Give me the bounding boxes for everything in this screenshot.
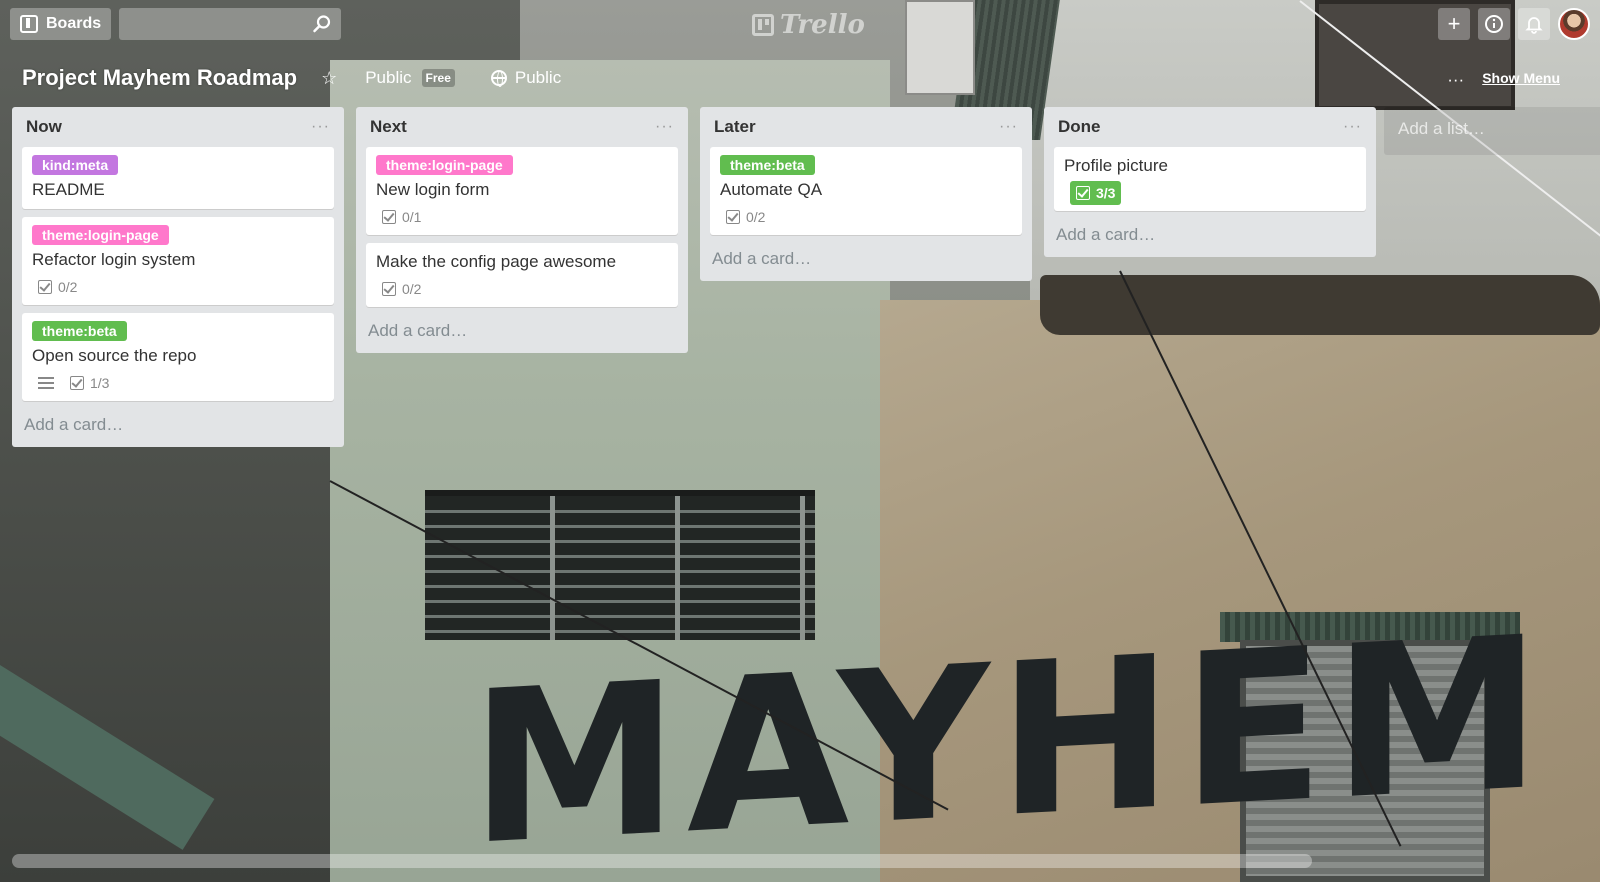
checklist-count: 0/1 xyxy=(402,209,422,225)
card-badges: 0/1 xyxy=(376,207,668,227)
board-lists: Now ··· kind:meta README theme:login-page Ref… xyxy=(12,107,1600,447)
list-title[interactable]: Done xyxy=(1058,117,1101,137)
checklist-icon xyxy=(70,376,84,390)
list-header: Done ··· xyxy=(1054,107,1366,147)
card[interactable]: Make the config page awesome 0/2 xyxy=(366,243,678,307)
show-menu-button[interactable]: ··· Show Menu xyxy=(1447,68,1570,92)
card[interactable]: kind:meta README xyxy=(22,147,334,209)
add-card-button[interactable]: Add a card… xyxy=(710,243,1022,271)
add-card-button[interactable]: Add a card… xyxy=(366,315,678,343)
list-menu-icon[interactable]: ··· xyxy=(1343,118,1362,136)
checklist-icon xyxy=(382,282,396,296)
checklist-badge: 3/3 xyxy=(1070,181,1122,205)
card-badges: 1/3 xyxy=(32,373,324,393)
checklist-count: 3/3 xyxy=(1096,185,1116,201)
card-title: Make the config page awesome xyxy=(376,252,617,271)
list: Now ··· kind:meta README theme:login-page Ref… xyxy=(12,107,344,447)
search-input[interactable] xyxy=(119,8,342,40)
team-button[interactable]: Public Free xyxy=(365,68,455,88)
description-icon xyxy=(38,377,54,389)
card-label: theme:beta xyxy=(720,155,815,175)
card-label: kind:meta xyxy=(32,155,119,175)
card-title: Profile picture xyxy=(1064,156,1168,175)
add-list-button[interactable]: Add a list… xyxy=(1384,107,1600,155)
show-menu-label: Show Menu xyxy=(1482,70,1560,86)
search-box[interactable] xyxy=(119,8,342,40)
card-label: theme:login-page xyxy=(376,155,513,175)
card-title: Automate QA xyxy=(720,180,823,199)
card-title: Refactor login system xyxy=(32,250,196,269)
checklist-icon xyxy=(726,210,740,224)
list-title[interactable]: Now xyxy=(26,117,62,137)
checklist-icon xyxy=(1076,186,1090,200)
list-title[interactable]: Next xyxy=(370,117,407,137)
card-title: New login form xyxy=(376,180,490,199)
bell-icon xyxy=(1525,17,1543,34)
checklist-icon xyxy=(382,210,396,224)
list-header: Now ··· xyxy=(22,107,334,147)
boards-button[interactable]: Boards xyxy=(10,8,112,40)
boards-label: Boards xyxy=(46,15,102,32)
checklist-badge: 0/2 xyxy=(38,279,77,295)
boards-icon xyxy=(20,15,38,33)
checklist-badge: 0/2 xyxy=(382,281,421,297)
horizontal-scrollbar[interactable] xyxy=(12,854,1312,868)
card[interactable]: theme:login-page Refactor login system 0/2 xyxy=(22,217,334,305)
checklist-count: 0/2 xyxy=(746,209,766,225)
card-badges: 0/2 xyxy=(720,207,1012,227)
card-label: theme:beta xyxy=(32,321,127,341)
team-label: Public xyxy=(365,68,412,87)
card-title: Open source the repo xyxy=(32,346,197,365)
info-icon xyxy=(1485,15,1503,33)
checklist-badge: 1/3 xyxy=(70,375,109,391)
list-header: Next ··· xyxy=(366,107,678,147)
card[interactable]: Profile picture 3/3 xyxy=(1054,147,1366,211)
notifications-button[interactable] xyxy=(1518,8,1550,40)
visibility-label: Public xyxy=(514,68,562,87)
top-header: Boards Trello + xyxy=(0,0,1600,48)
globe-icon xyxy=(490,70,507,87)
logo-text: Trello xyxy=(780,10,865,40)
add-button[interactable]: + xyxy=(1438,8,1470,40)
card-badges: 3/3 xyxy=(1064,181,1356,205)
card-title: README xyxy=(32,180,105,199)
plus-icon: + xyxy=(1447,11,1461,36)
trello-logo-icon xyxy=(752,14,774,36)
list-title[interactable]: Later xyxy=(714,117,756,137)
more-icon: ··· xyxy=(1447,70,1465,89)
add-card-button[interactable]: Add a card… xyxy=(22,409,334,437)
checklist-count: 0/2 xyxy=(402,281,422,297)
card[interactable]: theme:beta Automate QA 0/2 xyxy=(710,147,1022,235)
add-card-button[interactable]: Add a card… xyxy=(1054,219,1366,247)
checklist-badge: 0/1 xyxy=(382,209,421,225)
list-header: Later ··· xyxy=(710,107,1022,147)
search-icon[interactable] xyxy=(312,14,332,34)
board-title[interactable]: Project Mayhem Roadmap xyxy=(22,65,297,91)
card[interactable]: theme:beta Open source the repo 1/3 xyxy=(22,313,334,401)
trello-logo[interactable]: Trello xyxy=(752,10,865,40)
visibility-button[interactable]: Public xyxy=(490,68,562,88)
checklist-icon xyxy=(38,280,52,294)
star-icon[interactable]: ☆ xyxy=(321,68,337,89)
list: Later ··· theme:beta Automate QA 0/2 Add a ca… xyxy=(700,107,1032,281)
list-menu-icon[interactable]: ··· xyxy=(311,118,330,136)
card-label: theme:login-page xyxy=(32,225,169,245)
graffiti-text: MAYHEM xyxy=(470,590,1550,882)
list-menu-icon[interactable]: ··· xyxy=(999,118,1018,136)
info-button[interactable] xyxy=(1478,8,1510,40)
avatar[interactable] xyxy=(1558,8,1590,40)
list: Done ··· Profile picture 3/3 Add a card… xyxy=(1044,107,1376,257)
card-badges: 0/2 xyxy=(32,277,324,297)
list: Next ··· theme:login-page New login form 0/1… xyxy=(356,107,688,353)
list-menu-icon[interactable]: ··· xyxy=(655,118,674,136)
checklist-count: 1/3 xyxy=(90,375,110,391)
card[interactable]: theme:login-page New login form 0/1 xyxy=(366,147,678,235)
checklist-badge: 0/2 xyxy=(726,209,765,225)
card-badges: 0/2 xyxy=(376,279,668,299)
free-badge: Free xyxy=(421,69,455,87)
board-header: Project Mayhem Roadmap ☆ Public Free Pub… xyxy=(22,58,561,98)
checklist-count: 0/2 xyxy=(58,279,78,295)
vent-shape xyxy=(425,490,815,640)
